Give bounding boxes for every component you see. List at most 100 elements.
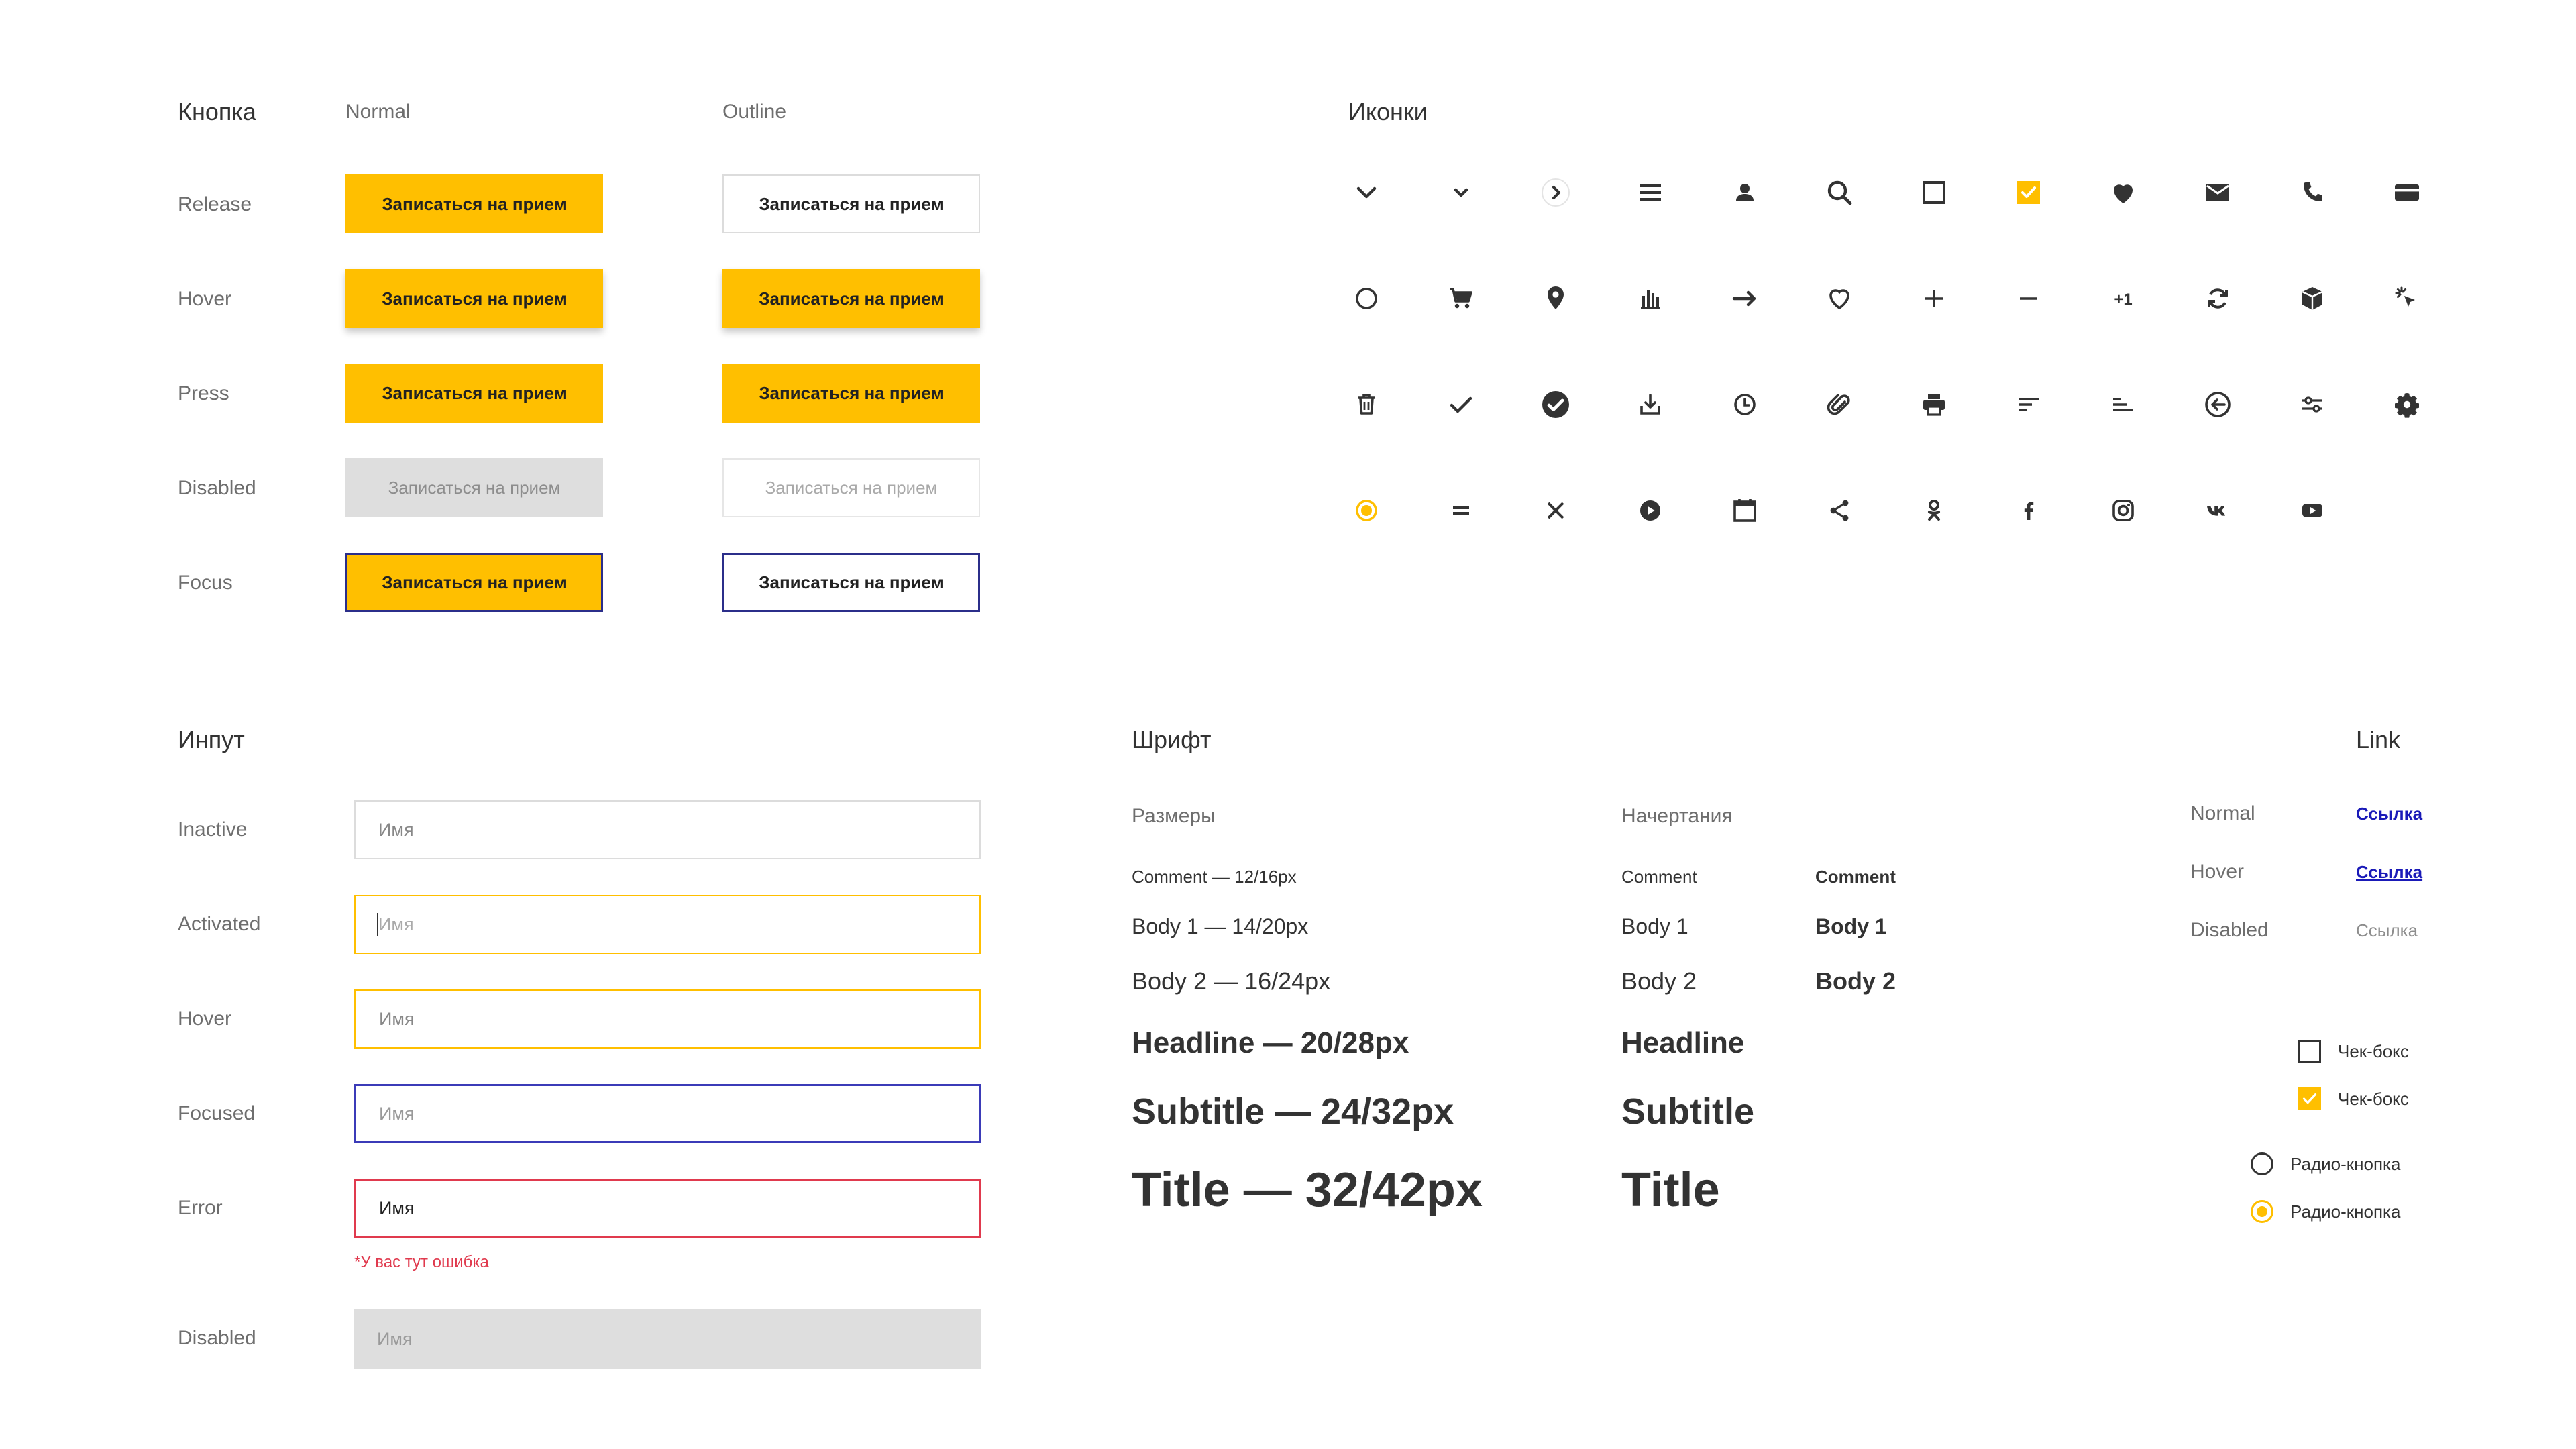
plus-one-icon[interactable]: +1: [2103, 278, 2143, 319]
youtube-icon[interactable]: [2292, 490, 2332, 531]
plus-icon[interactable]: [1914, 278, 1954, 319]
back-circle-icon[interactable]: [2198, 384, 2238, 425]
outline-button-focus[interactable]: Записаться на прием: [722, 553, 980, 612]
circle-icon[interactable]: [1346, 278, 1387, 319]
checkbox-checked-icon[interactable]: [2008, 172, 2049, 213]
name-input-activated-wrap[interactable]: [354, 895, 981, 954]
primary-button-release[interactable]: Записаться на прием: [345, 174, 603, 233]
primary-button-hover[interactable]: Записаться на прием: [345, 269, 603, 328]
buttons-row-focus: Focus: [178, 572, 233, 594]
download-icon[interactable]: [1630, 384, 1670, 425]
buttons-section-title: Кнопка: [178, 98, 256, 125]
checkbox-label-checked: Чек-бокс: [2338, 1089, 2409, 1109]
check-icon[interactable]: [1441, 384, 1481, 425]
arrow-right-icon[interactable]: [1725, 278, 1765, 319]
link-row-normal: Normal: [2190, 802, 2255, 824]
font-style-headline: Headline: [1621, 1026, 1745, 1059]
font-style-body2-regular: Body 2: [1621, 967, 1697, 995]
vk-icon[interactable]: [2198, 490, 2238, 531]
chevron-right-circle-icon[interactable]: [1536, 172, 1576, 213]
link-hover[interactable]: Ссылка: [2356, 862, 2422, 883]
radio-selected[interactable]: [2251, 1200, 2273, 1223]
input-row-hover: Hover: [178, 1008, 232, 1030]
outline-button-press[interactable]: Записаться на прием: [722, 364, 980, 423]
check-circle-icon[interactable]: [1536, 384, 1576, 425]
cart-icon[interactable]: [1441, 278, 1481, 319]
user-icon[interactable]: [1725, 172, 1765, 213]
calendar-icon[interactable]: [1725, 490, 1765, 531]
outline-button-release[interactable]: Записаться на прием: [722, 174, 980, 233]
checkmark-icon: [2302, 1093, 2317, 1104]
share-icon[interactable]: [1819, 490, 1860, 531]
box-icon[interactable]: [2292, 278, 2332, 319]
input-section-title: Инпут: [178, 726, 245, 753]
link-disabled: Ссылка: [2356, 920, 2418, 941]
plus-one-text: +1: [2114, 290, 2132, 309]
name-input-activated[interactable]: [354, 895, 981, 954]
checkbox-checked[interactable]: [2298, 1087, 2321, 1110]
play-circle-icon[interactable]: [1630, 490, 1670, 531]
primary-button-focus[interactable]: Записаться на прием: [345, 553, 603, 612]
facebook-icon[interactable]: [2008, 490, 2049, 531]
input-row-disabled: Disabled: [178, 1327, 256, 1349]
refresh-icon[interactable]: [2198, 278, 2238, 319]
radio-on-icon[interactable]: [1346, 490, 1387, 531]
buttons-row-release: Release: [178, 193, 252, 215]
outline-button-disabled: Записаться на прием: [722, 458, 980, 517]
name-input-inactive[interactable]: [354, 800, 981, 859]
sliders-icon[interactable]: [2292, 384, 2332, 425]
buttons-row-hover: Hover: [178, 288, 232, 310]
font-size-comment: Comment — 12/16px: [1132, 867, 1297, 887]
outline-button-hover[interactable]: Записаться на прием: [722, 269, 980, 328]
search-icon[interactable]: [1819, 172, 1860, 213]
gear-icon[interactable]: [2387, 384, 2427, 425]
close-icon[interactable]: [1536, 490, 1576, 531]
location-pin-icon[interactable]: [1536, 278, 1576, 319]
trash-icon[interactable]: [1346, 384, 1387, 425]
heart-filled-icon[interactable]: [2103, 172, 2143, 213]
font-style-body2-bold: Body 2: [1815, 967, 1896, 995]
font-style-subtitle: Subtitle: [1621, 1091, 1754, 1132]
mail-icon[interactable]: [2198, 172, 2238, 213]
buttons-col-normal: Normal: [345, 101, 411, 123]
fonts-styles-head: Начертания: [1621, 805, 1733, 827]
font-size-title: Title — 32/42px: [1132, 1163, 1483, 1217]
name-input-error[interactable]: [354, 1179, 981, 1238]
paperclip-icon[interactable]: [1819, 384, 1860, 425]
sort-icon[interactable]: [2008, 384, 2049, 425]
click-icon[interactable]: [2387, 278, 2427, 319]
chevron-down-small-icon[interactable]: [1441, 172, 1481, 213]
font-style-body1-regular: Body 1: [1621, 914, 1688, 938]
credit-card-icon[interactable]: [2387, 172, 2427, 213]
link-row-hover: Hover: [2190, 861, 2245, 883]
font-style-title: Title: [1621, 1163, 1720, 1217]
link-row-disabled: Disabled: [2190, 919, 2269, 941]
printer-icon[interactable]: [1914, 384, 1954, 425]
font-size-body1: Body 1 — 14/20px: [1132, 914, 1309, 938]
primary-button-disabled: Записаться на прием: [345, 458, 603, 517]
primary-button-press[interactable]: Записаться на прием: [345, 364, 603, 423]
minus-icon[interactable]: [2008, 278, 2049, 319]
heart-outline-icon[interactable]: [1819, 278, 1860, 319]
checkbox-empty-icon[interactable]: [1914, 172, 1954, 213]
name-input-focused[interactable]: [354, 1084, 981, 1143]
instagram-icon[interactable]: [2103, 490, 2143, 531]
clock-icon[interactable]: [1725, 384, 1765, 425]
font-size-subtitle: Subtitle — 24/32px: [1132, 1091, 1454, 1132]
buttons-row-disabled: Disabled: [178, 477, 256, 499]
fonts-sizes-head: Размеры: [1132, 805, 1216, 827]
bar-chart-icon[interactable]: [1630, 278, 1670, 319]
link-section-title: Link: [2356, 726, 2401, 753]
align-bottom-icon[interactable]: [2103, 384, 2143, 425]
link-normal[interactable]: Ссылка: [2356, 804, 2422, 824]
radio-unselected[interactable]: [2251, 1152, 2273, 1175]
chevron-down-icon[interactable]: [1346, 172, 1387, 213]
font-size-headline: Headline — 20/28px: [1132, 1026, 1409, 1059]
menu-icon[interactable]: [1630, 172, 1670, 213]
input-row-error: Error: [178, 1197, 223, 1219]
phone-icon[interactable]: [2292, 172, 2332, 213]
odnoklassniki-icon[interactable]: [1914, 490, 1954, 531]
equals-icon[interactable]: [1441, 490, 1481, 531]
checkbox-unchecked[interactable]: [2298, 1040, 2321, 1063]
name-input-hover[interactable]: [354, 989, 981, 1049]
